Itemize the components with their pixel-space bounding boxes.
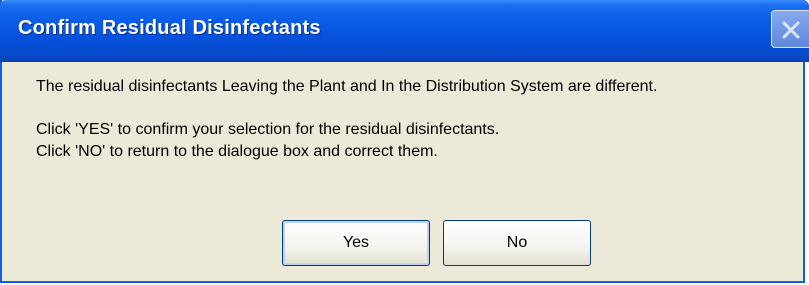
close-icon [782,21,800,39]
confirm-dialog: Confirm Residual Disinfectants The resid… [0,0,809,283]
message-line-3: Click 'NO' to return to the dialogue box… [36,143,438,160]
message-line-2: Click 'YES' to confirm your selection fo… [36,121,500,138]
yes-button[interactable]: Yes [282,220,430,266]
close-button[interactable] [771,10,809,48]
dialog-title: Confirm Residual Disinfectants [18,17,321,39]
no-button[interactable]: No [443,220,591,266]
message-line-1: The residual disinfectants Leaving the P… [36,78,658,95]
title-bar[interactable]: Confirm Residual Disinfectants [0,0,809,62]
